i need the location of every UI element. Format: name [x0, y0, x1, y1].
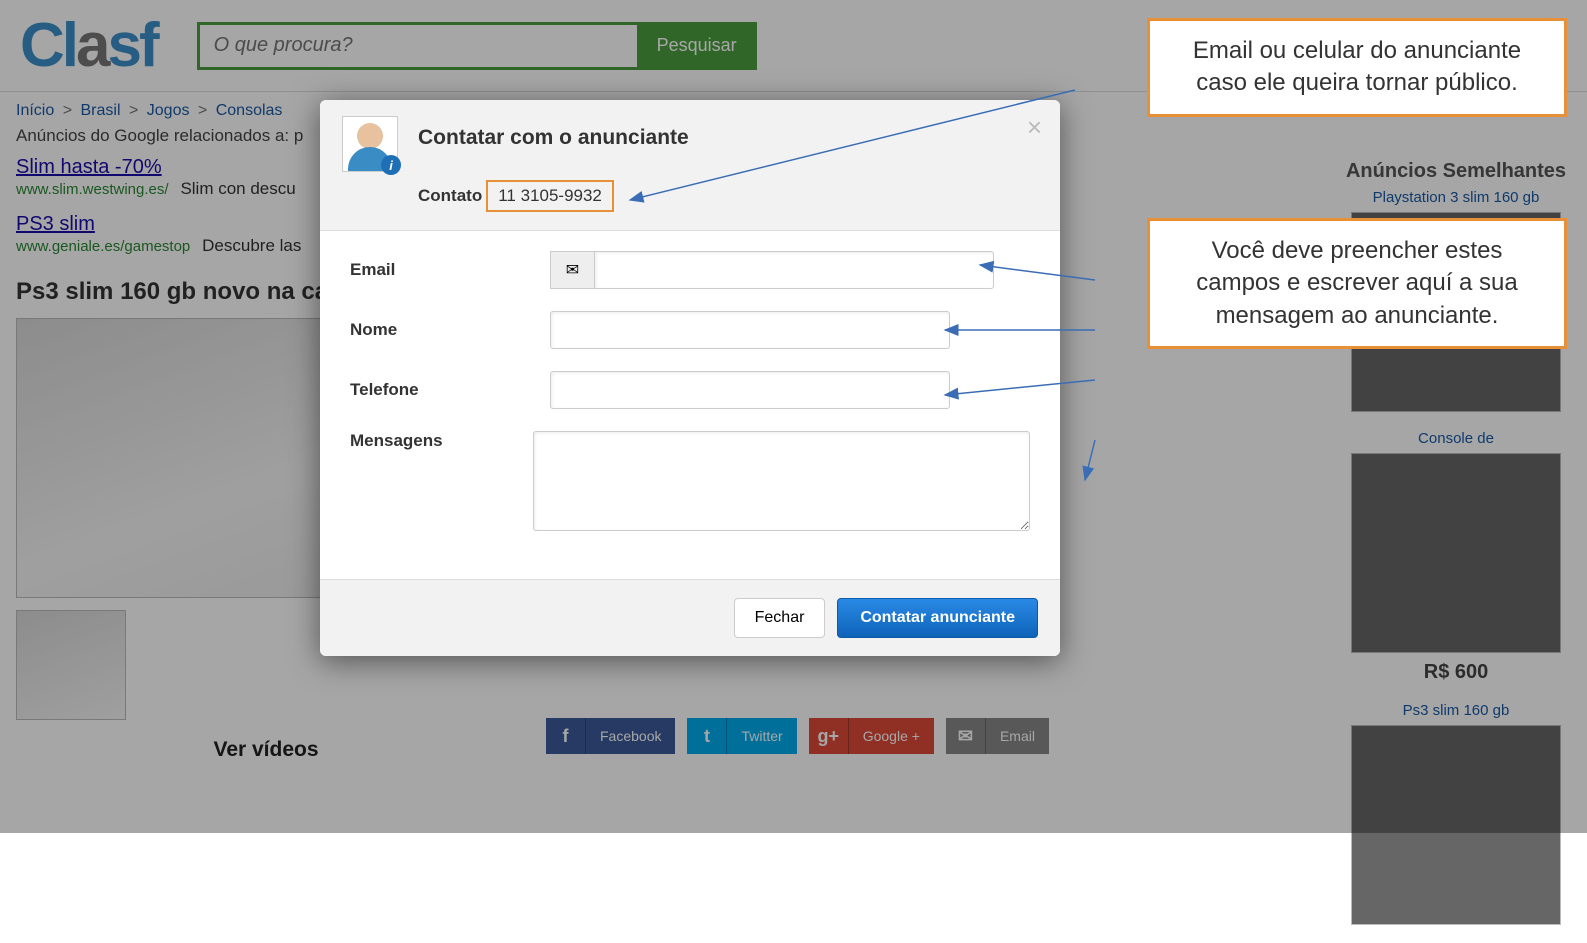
form-row-nome: Nome	[350, 311, 1030, 349]
modal-title: Contatar com o anunciante	[418, 126, 1038, 150]
nome-field[interactable]	[550, 311, 950, 349]
contact-label: Contato	[418, 186, 482, 206]
page-wrapper: Clasf Pesquisar Início > Brasil > Jogos …	[0, 0, 1587, 833]
contact-line: Contato 11 3105-9932	[418, 180, 1038, 212]
annotation-callout-1: Email ou celular do anunciante caso ele …	[1147, 18, 1567, 117]
label-nome: Nome	[350, 320, 550, 340]
label-mensagens: Mensagens	[350, 431, 533, 451]
telefone-field[interactable]	[550, 371, 950, 409]
fechar-button[interactable]: Fechar	[734, 598, 826, 638]
form-row-telefone: Telefone	[350, 371, 1030, 409]
close-icon[interactable]: ×	[1027, 112, 1042, 143]
mensagens-field[interactable]	[533, 431, 1030, 531]
email-field[interactable]	[594, 251, 994, 289]
label-email: Email	[350, 260, 550, 280]
form-row-email: Email ✉	[350, 251, 1030, 289]
annotation-callout-2: Você deve preencher estes campos e escre…	[1147, 218, 1567, 349]
modal-footer: Fechar Contatar anunciante	[320, 579, 1060, 656]
contatar-button[interactable]: Contatar anunciante	[837, 598, 1038, 638]
modal-title-area: Contatar com o anunciante Contato 11 310…	[418, 116, 1038, 212]
contact-modal: × i Contatar com o anunciante Contato 11…	[320, 100, 1060, 656]
avatar: i	[342, 116, 398, 172]
modal-header: × i Contatar com o anunciante Contato 11…	[320, 100, 1060, 231]
envelope-icon: ✉	[550, 251, 594, 289]
label-telefone: Telefone	[350, 380, 550, 400]
form-row-mensagens: Mensagens	[350, 431, 1030, 531]
modal-body: Email ✉ Nome Telefone Mensagens	[320, 231, 1060, 579]
contact-phone: 11 3105-9932	[486, 180, 614, 212]
info-icon: i	[381, 155, 401, 175]
